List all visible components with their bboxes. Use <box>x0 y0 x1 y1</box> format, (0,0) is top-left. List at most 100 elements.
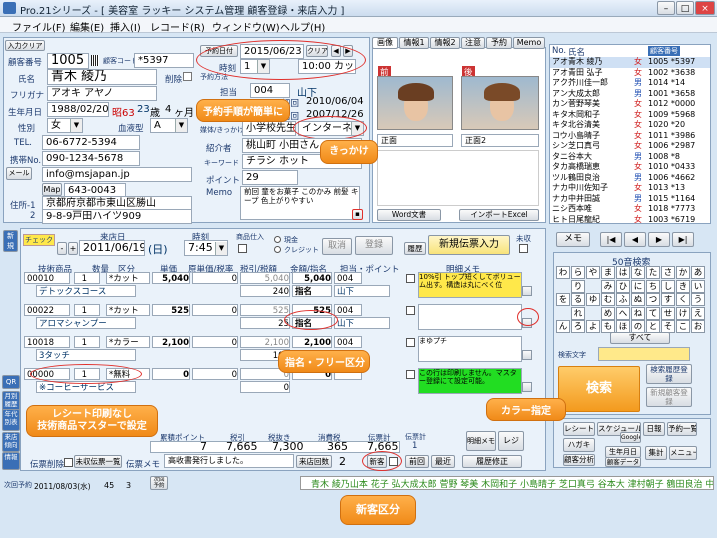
kana-key[interactable]: し <box>661 279 675 293</box>
list-item[interactable]: ナカ 中川佐知子 女 1013 *13 <box>550 183 710 194</box>
item-name-field[interactable]: デトックスコース <box>36 285 136 297</box>
menu-help[interactable]: ヘルプ(H) <box>280 19 325 34</box>
staff-no-field[interactable]: 004 <box>334 272 362 284</box>
staff-no-field[interactable]: 004 <box>250 83 290 98</box>
point-field[interactable]: 29 <box>242 170 298 185</box>
item-code-field[interactable]: 00022 <box>24 304 70 316</box>
customer-code-field[interactable]: *5397 <box>134 53 194 68</box>
list-item[interactable]: シン 芝口真弓 女 1006 *2987 <box>550 141 710 152</box>
word-button[interactable]: Word文書 <box>377 209 441 221</box>
kana-key[interactable]: め <box>601 306 615 320</box>
visit-count-button[interactable]: 来店回数 <box>296 455 332 468</box>
photo-caption1[interactable]: 正面 <box>377 134 453 147</box>
staff-no-field[interactable]: 004 <box>334 336 362 348</box>
memo-color-button[interactable] <box>522 382 532 392</box>
kana-key[interactable]: ゆ <box>586 293 600 306</box>
kana-key[interactable]: よ <box>586 320 600 333</box>
customer-data-button[interactable]: 顧客データ <box>605 457 641 467</box>
nav-prev-button[interactable]: ◀ <box>624 232 646 247</box>
price-field[interactable]: 0 <box>152 368 190 380</box>
kana-key[interactable]: た <box>646 266 660 279</box>
kana-key[interactable]: ぬ <box>631 293 645 306</box>
qty-select[interactable]: 1 <box>74 304 100 316</box>
tax-field[interactable]: 5,040 <box>240 272 290 284</box>
tax2-field[interactable]: 0 <box>240 381 290 393</box>
info-side-button[interactable]: 情報 <box>2 452 20 470</box>
age-table-button[interactable]: 年代別表 <box>2 409 20 431</box>
tax-field[interactable]: 525 <box>240 304 290 316</box>
kana-field[interactable]: アオキ アヤノ <box>47 86 157 101</box>
tax2-field[interactable]: 25 <box>240 317 290 329</box>
tab-image[interactable]: 画像 <box>372 37 398 49</box>
nav-last-button[interactable]: ▶| <box>672 232 694 247</box>
memo-expand-button[interactable]: ▪ <box>352 209 363 220</box>
category-field[interactable]: *カット <box>106 272 150 284</box>
slip-memo-field[interactable]: 高收書発行しました。 <box>164 454 294 468</box>
list-item[interactable]: ニシ 西本唯 女 1018 *7773 <box>550 204 710 215</box>
prev-visit-button[interactable]: 前回 <box>405 455 429 468</box>
kana-key[interactable]: や <box>586 266 600 279</box>
cost-field[interactable]: 0 <box>192 368 238 380</box>
dob-field[interactable]: 1988/02/20 <box>47 102 109 117</box>
kana-key[interactable]: ふ <box>616 293 630 306</box>
menu-edit[interactable]: 編集(E) <box>70 19 104 34</box>
new-customer-button[interactable]: 新規顧客登録 <box>646 387 692 407</box>
kana-key[interactable]: き <box>676 279 690 293</box>
sex-select[interactable]: 女 ▼ <box>47 118 83 133</box>
staff-name-field[interactable]: 山下 <box>334 317 390 329</box>
staff-no-field[interactable]: 004 <box>334 304 362 316</box>
unsold-checkbox[interactable] <box>519 244 528 253</box>
receipt-button[interactable]: レシート <box>563 422 595 436</box>
customer-no-field[interactable]: 1005 <box>47 53 89 69</box>
visit-trend-button[interactable]: 来店傾向 <box>2 432 20 452</box>
kana-key[interactable]: ま <box>601 266 615 279</box>
photo-before[interactable] <box>377 76 453 130</box>
map-button[interactable]: Map <box>42 183 62 196</box>
list-item[interactable]: ナカ 中井田誠 男 1015 *1164 <box>550 194 710 205</box>
list-memo-button[interactable]: メモ <box>556 232 590 247</box>
addr2-field[interactable]: 9-8-9戸田ハイツ909 <box>42 209 192 224</box>
latest-visit-button[interactable]: 最近 <box>431 455 455 468</box>
nominate-select[interactable]: 指名 <box>292 285 332 297</box>
kana-key[interactable]: こ <box>676 320 690 333</box>
tax-field[interactable]: 2,100 <box>240 336 290 348</box>
pay-credit-radio[interactable] <box>274 246 281 253</box>
list-item[interactable]: キタ 木岡和子 女 1009 *5968 <box>550 110 710 121</box>
postcard-button[interactable]: ハガキ <box>563 438 595 452</box>
tab-reserve[interactable]: 予約 <box>486 37 512 49</box>
detail-memo-field[interactable] <box>418 304 522 330</box>
trigger-field[interactable]: 小学校先生 <box>242 121 296 136</box>
cost-field[interactable]: 0 <box>192 272 238 284</box>
menu-button[interactable]: メニュー <box>669 446 697 460</box>
mobile-field[interactable]: 090-1234-5678 <box>42 151 140 166</box>
kana-key[interactable]: て <box>646 306 660 320</box>
kana-key[interactable]: り <box>571 279 585 293</box>
date-prev-button[interactable]: - <box>57 242 67 255</box>
kana-key[interactable]: ち <box>646 279 660 293</box>
unreceived-list-button[interactable]: 未収伝票一覧 <box>74 455 122 468</box>
kana-key[interactable]: む <box>601 293 615 306</box>
item-name-field[interactable]: アロマシャンプー <box>36 317 136 329</box>
google-button[interactable]: Google <box>620 432 641 443</box>
tab-info1[interactable]: 情報1 <box>399 37 429 49</box>
search-input[interactable] <box>598 347 690 361</box>
analysis-button[interactable]: 顧客分析 <box>563 454 595 466</box>
kana-key[interactable]: ろ <box>571 320 585 333</box>
kana-key[interactable]: せ <box>661 306 675 320</box>
mail-field[interactable]: info@msjapan.jp <box>42 167 192 182</box>
list-item[interactable]: ツル 鶴田良治 男 1006 *4662 <box>550 173 710 184</box>
daily-report-button[interactable]: 日報 <box>643 422 665 436</box>
nav-next-button[interactable]: ▶ <box>648 232 670 247</box>
kana-key[interactable]: け <box>676 306 690 320</box>
amount-field[interactable]: 5,040 <box>292 272 332 284</box>
kana-key[interactable]: う <box>691 293 705 306</box>
kana-key[interactable]: い <box>691 279 705 293</box>
kana-key[interactable]: ん <box>556 320 570 333</box>
line-checkbox[interactable] <box>406 306 415 315</box>
list-item[interactable]: キタ 北谷清美 女 1020 *20 <box>550 120 710 131</box>
kana-key[interactable]: る <box>571 293 585 306</box>
memo-color-button[interactable] <box>522 286 532 296</box>
cancel-button[interactable]: 取消 <box>322 238 352 255</box>
menu-record[interactable]: レコード(R) <box>150 19 205 34</box>
sum-button[interactable]: 集計 <box>645 446 667 460</box>
